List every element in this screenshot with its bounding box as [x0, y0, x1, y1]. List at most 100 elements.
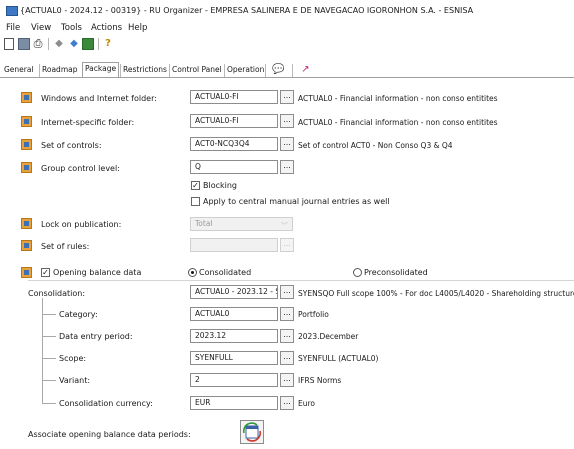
- variant-label: Variant:: [59, 376, 91, 385]
- category-label: Category:: [59, 310, 98, 319]
- help-icon[interactable]: ?: [102, 38, 114, 50]
- tab-general[interactable]: General: [2, 64, 36, 78]
- blocking-label: Blocking: [203, 181, 238, 190]
- consolidated-label: Consolidated: [199, 268, 252, 277]
- group-control-level-browse-button[interactable]: ...: [280, 160, 294, 174]
- set-of-controls-browse-button[interactable]: ...: [280, 137, 294, 151]
- toolbar-separator: [98, 38, 99, 50]
- windows-folder-label: Windows and Internet folder:: [41, 94, 157, 103]
- control-level-icon: [21, 162, 32, 173]
- chevron-down-icon: ﹀: [281, 222, 288, 230]
- tab-operation[interactable]: Operation: [224, 64, 266, 78]
- section-divider: [28, 280, 574, 281]
- consolidation-browse-button[interactable]: ...: [280, 285, 294, 299]
- menu-bar: File View Tools Actions Help: [0, 20, 574, 34]
- tab-comments-icon[interactable]: 💬: [265, 64, 291, 78]
- scope-desc: SYENFULL (ACTUAL0): [298, 354, 379, 363]
- toolbar-separator: [48, 38, 49, 50]
- lock-on-publication-value: Total: [195, 219, 213, 228]
- windows-folder-field[interactable]: ACTUAL0-FI: [190, 90, 278, 104]
- menu-file[interactable]: File: [6, 23, 20, 33]
- opening-balance-icon: [21, 267, 32, 278]
- folder-icon: [21, 92, 32, 103]
- set-of-controls-label: Set of controls:: [41, 141, 102, 150]
- back-arrow-icon[interactable]: ◆: [53, 38, 65, 50]
- scope-label: Scope:: [59, 354, 87, 363]
- consolidation-desc: SYENSQO Full scope 100% - For doc L4005/…: [298, 289, 574, 298]
- opening-balance-label: Opening balance data: [53, 268, 142, 277]
- refresh-icon[interactable]: [82, 38, 94, 50]
- opening-balance-checkbox[interactable]: ✓: [41, 268, 50, 277]
- print-icon[interactable]: ⎙: [32, 38, 44, 50]
- scope-browse-button[interactable]: ...: [280, 351, 294, 365]
- category-desc: Portfolio: [298, 310, 329, 319]
- internet-folder-desc: ACTUAL0 - Financial information - non co…: [298, 118, 498, 127]
- consolidated-radio[interactable]: [188, 268, 197, 277]
- tab-roadmap[interactable]: Roadmap: [39, 64, 79, 78]
- set-of-rules-browse-button: ...: [280, 238, 294, 252]
- variant-field[interactable]: 2: [190, 373, 278, 387]
- set-of-controls-desc: Set of control ACT0 - Non Conso Q3 & Q4: [298, 141, 453, 150]
- set-of-rules-label: Set of rules:: [41, 242, 90, 251]
- save-icon[interactable]: [18, 38, 30, 50]
- consolidation-currency-field[interactable]: EUR: [190, 396, 278, 410]
- controls-icon: [21, 139, 32, 150]
- consolidation-currency-label: Consolidation currency:: [59, 399, 153, 408]
- consolidation-currency-browse-button[interactable]: ...: [280, 396, 294, 410]
- window-title: {ACTUAL0 - 2024.12 - 00319} - RU Organiz…: [20, 6, 474, 15]
- internet-folder-browse-button[interactable]: ...: [280, 114, 294, 128]
- consolidation-field[interactable]: ACTUAL0 - 2023.12 - S: [190, 285, 278, 299]
- data-entry-period-desc: 2023.December: [298, 332, 359, 341]
- tab-strip: General Roadmap Package Restrictions Con…: [0, 52, 574, 78]
- tree-line: [42, 403, 56, 404]
- internet-folder-label: Internet-specific folder:: [41, 118, 135, 127]
- menu-view[interactable]: View: [31, 23, 51, 33]
- tree-line: [42, 358, 56, 359]
- forward-arrow-icon[interactable]: ◆: [68, 38, 80, 50]
- tab-restrictions[interactable]: Restrictions: [120, 64, 169, 78]
- consolidation-currency-desc: Euro: [298, 399, 315, 408]
- lock-icon: [21, 218, 32, 229]
- menu-help[interactable]: Help: [128, 23, 147, 33]
- data-entry-period-field[interactable]: 2023.12: [190, 329, 278, 343]
- consolidation-label: Consolidation:: [28, 289, 86, 298]
- category-field[interactable]: ACTUAL0: [190, 307, 278, 321]
- calendar-refresh-icon: [242, 422, 262, 442]
- tab-control-panel[interactable]: Control Panel: [169, 64, 224, 78]
- preconsolidated-label: Preconsolidated: [364, 268, 428, 277]
- tree-line: [42, 336, 56, 337]
- menu-actions[interactable]: Actions: [91, 23, 122, 33]
- menu-tools[interactable]: Tools: [61, 23, 82, 33]
- scope-field[interactable]: SYENFULL: [190, 351, 278, 365]
- internet-folder-field[interactable]: ACTUAL0-FI: [190, 114, 278, 128]
- group-control-level-field[interactable]: Q: [190, 160, 278, 174]
- set-of-controls-field[interactable]: ACT0-NCQ3Q4: [190, 137, 278, 151]
- set-of-rules-field: [190, 238, 278, 252]
- title-bar: {ACTUAL0 - 2024.12 - 00319} - RU Organiz…: [0, 0, 574, 20]
- variant-browse-button[interactable]: ...: [280, 373, 294, 387]
- windows-folder-browse-button[interactable]: ...: [280, 90, 294, 104]
- new-document-icon[interactable]: [4, 38, 14, 50]
- blocking-checkbox[interactable]: ✓: [191, 181, 200, 190]
- tree-line: [42, 380, 56, 381]
- associate-periods-button[interactable]: [240, 420, 264, 444]
- lock-on-publication-label: Lock on publication:: [41, 220, 122, 229]
- tab-divider: [0, 77, 574, 78]
- windows-folder-desc: ACTUAL0 - Financial information - non co…: [298, 94, 498, 103]
- tree-line: [42, 314, 56, 315]
- preconsolidated-radio[interactable]: [353, 268, 362, 277]
- app-icon: [6, 6, 18, 16]
- rules-icon: [21, 240, 32, 251]
- data-entry-period-label: Data entry period:: [59, 332, 133, 341]
- lock-on-publication-select: Total ﹀: [190, 217, 293, 231]
- apply-manual-checkbox[interactable]: [191, 197, 200, 206]
- data-entry-period-browse-button[interactable]: ...: [280, 329, 294, 343]
- category-browse-button[interactable]: ...: [280, 307, 294, 321]
- tab-link-icon[interactable]: ↗: [292, 64, 318, 78]
- apply-manual-label: Apply to central manual journal entries …: [203, 197, 390, 206]
- group-control-level-label: Group control level:: [41, 164, 120, 173]
- variant-desc: IFRS Norms: [298, 376, 342, 385]
- associate-periods-label: Associate opening balance data periods:: [28, 430, 191, 439]
- tab-package[interactable]: Package: [82, 62, 120, 78]
- folder-icon: [21, 116, 32, 127]
